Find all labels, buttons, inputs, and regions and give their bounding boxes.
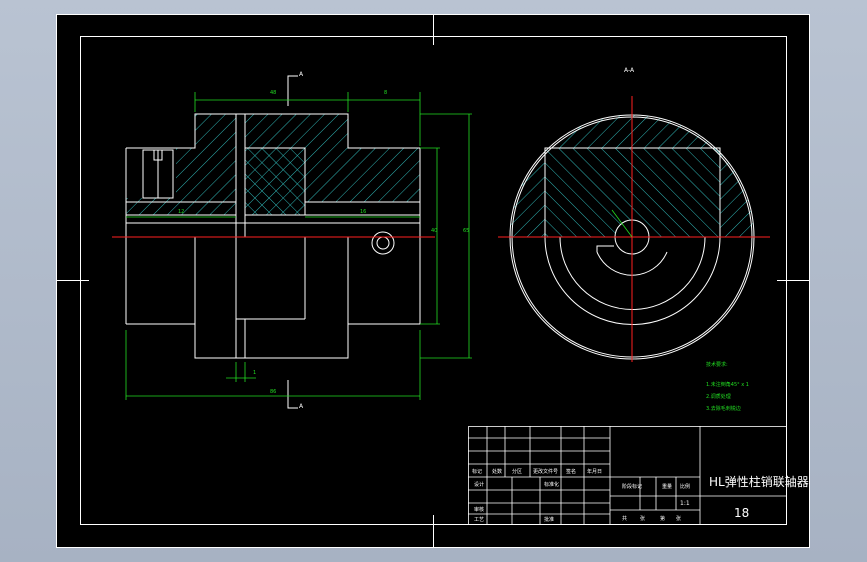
dim-top-left: 48 [270,90,276,96]
tb-drawing-number: 18 [734,506,749,520]
tb-label-mark: 标记 [472,468,482,475]
tb-label-standard: 标准化 [544,481,559,488]
tb-label-count: 处数 [492,468,502,475]
tech-req-title: 技术要求: [706,361,728,368]
tech-req-item-2: 2.调质处理 [706,393,731,400]
tb-label-weight: 重量 [662,483,672,490]
tech-req-item-3: 3.去除毛刺锐边 [706,405,741,412]
tb-label-zone: 分区 [512,468,522,475]
tb-label-date: 年月日 [587,468,602,475]
tb-sheet-unit-1: 张 [640,515,645,522]
tb-scale-value: 1:1 [680,500,690,507]
tb-sheet-unit-2: 张 [676,515,681,522]
tb-sheet-no: 第 [660,515,665,522]
tb-label-stage: 阶段标记 [622,483,642,490]
drawing-sheet [56,14,810,548]
dim-bottom-overall: 86 [270,389,276,395]
tb-label-change: 更改文件号 [533,468,558,475]
dim-bottom-gap: 1 [253,370,256,376]
tech-req-item-1: 1.未注倒角45° x 1 [706,381,749,388]
dim-right-inner: 40 [431,228,437,234]
tb-label-approve: 批准 [544,516,554,523]
tb-label-review: 审核 [474,506,484,513]
tb-label-design: 设计 [474,481,484,488]
cad-viewport[interactable]: A A 48 8 12 16 40 65 1 86 A-A 技术要求: 1.未注… [0,0,867,562]
dim-inner-left: 12 [178,209,184,215]
tb-label-sign: 签名 [566,468,576,475]
tb-part-name: HL弹性柱销联轴器 [709,474,809,489]
tb-sheet-total: 共 [622,515,627,522]
tb-label-process: 工艺 [474,517,484,523]
section-title-a-a: A-A [624,67,635,74]
dim-top-right: 8 [384,90,387,96]
tb-label-scale: 比例 [680,483,690,490]
dim-inner-right: 16 [360,209,366,215]
dim-right-outer: 65 [463,228,469,234]
